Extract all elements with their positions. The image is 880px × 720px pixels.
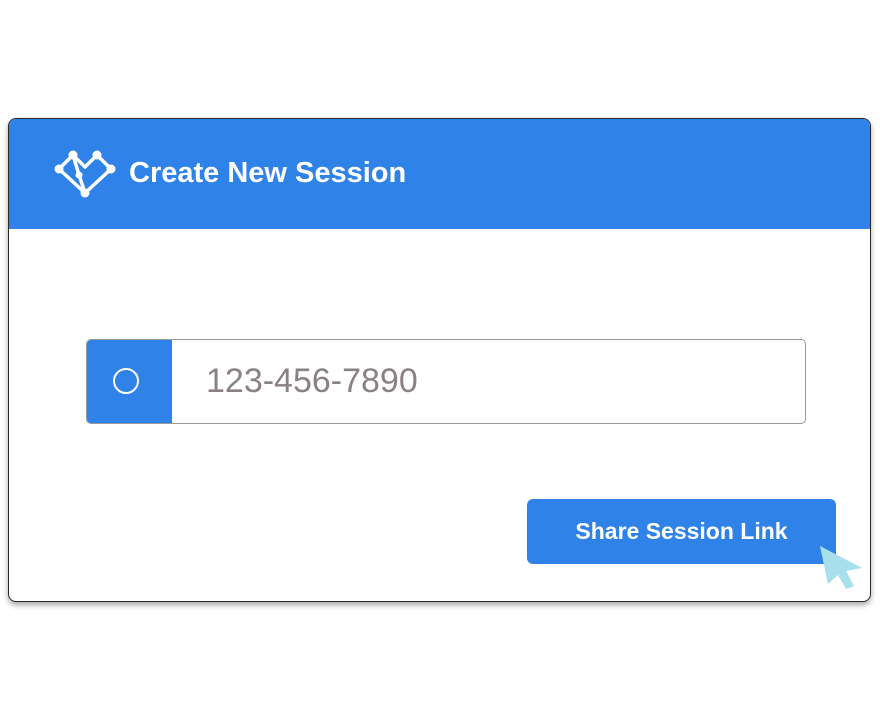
heart-network-icon (54, 150, 116, 198)
share-session-link-button[interactable]: Share Session Link (527, 499, 836, 564)
create-session-dialog: Create New Session Share Session Link (8, 118, 871, 602)
phone-input[interactable] (172, 340, 805, 423)
phone-field[interactable] (86, 339, 806, 424)
pointer-cursor-icon (820, 546, 862, 589)
dialog-header: Create New Session (9, 119, 870, 229)
radio-circle-icon (113, 368, 139, 394)
dialog-title: Create New Session (129, 157, 407, 189)
phone-prefix (87, 340, 172, 423)
page-canvas: Create New Session Share Session Link (0, 0, 880, 720)
